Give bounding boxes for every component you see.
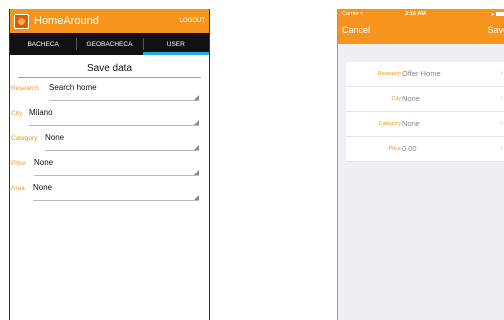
dropdown-triangle-icon[interactable] <box>194 120 199 125</box>
price-field[interactable]: Price None <box>10 154 209 178</box>
category-label: Category <box>11 135 38 142</box>
price-value: 0.00 <box>402 144 417 153</box>
chevron-right-icon: › <box>500 68 503 77</box>
category-label: Category <box>378 121 401 127</box>
carrier-label: Carrier <box>342 11 359 17</box>
field-underline <box>49 100 199 101</box>
field-underline <box>33 200 199 201</box>
city-value[interactable]: Milano <box>29 108 53 117</box>
ios-screen: Carrier ≈ 3:16 AM ➤ Cancel Save Research… <box>337 9 504 320</box>
area-value[interactable]: None <box>33 183 52 192</box>
research-value: Offer Home <box>402 69 441 78</box>
category-field[interactable]: Category None <box>10 129 209 153</box>
dropdown-triangle-icon[interactable] <box>194 195 199 200</box>
field-underline <box>34 175 199 176</box>
app-title: HomeAround <box>34 15 99 27</box>
app-logo-icon <box>14 13 29 29</box>
city-label: City <box>391 96 401 102</box>
area-field[interactable]: Area None <box>10 179 209 203</box>
category-value[interactable]: None <box>45 133 64 142</box>
tab-user[interactable]: USER <box>142 33 210 55</box>
battery-icon <box>496 12 504 16</box>
category-row[interactable]: Category None › <box>346 112 504 137</box>
dropdown-triangle-icon[interactable] <box>194 170 199 175</box>
logout-button[interactable]: LOGOUT <box>180 18 205 24</box>
chevron-right-icon: › <box>500 143 503 152</box>
area-label: Area <box>11 185 25 192</box>
chevron-right-icon: › <box>500 93 503 102</box>
tab-bacheca[interactable]: BACHECA <box>10 33 76 55</box>
price-row[interactable]: Price 0.00 › <box>346 137 504 162</box>
city-field[interactable]: City Milano <box>10 104 209 128</box>
research-label: Research <box>377 71 401 77</box>
research-field[interactable]: Research Search home <box>10 79 209 103</box>
status-carrier: Carrier ≈ <box>342 11 363 17</box>
tab-geobacheca[interactable]: GEOBACHECA <box>76 33 142 55</box>
wifi-icon: ≈ <box>360 11 364 17</box>
app-bar: HomeAround LOGOUT <box>10 9 209 33</box>
price-label: Price <box>11 160 26 167</box>
status-time: 3:16 AM <box>405 11 426 17</box>
chevron-right-icon: › <box>500 118 503 127</box>
city-value: None <box>402 94 420 103</box>
research-row[interactable]: Research Offer Home › <box>346 62 504 87</box>
cancel-button[interactable]: Cancel <box>342 25 370 35</box>
city-label: City <box>11 110 23 117</box>
field-underline <box>45 150 199 151</box>
research-value[interactable]: Search home <box>49 83 97 92</box>
city-row[interactable]: City None › <box>346 87 504 112</box>
field-underline <box>29 125 199 126</box>
price-value[interactable]: None <box>34 158 53 167</box>
save-button[interactable]: Save <box>487 25 504 35</box>
save-data-form: Save data Research Search home City Mila… <box>10 63 209 203</box>
category-value: None <box>402 119 420 128</box>
location-arrow-icon: ➤ <box>490 12 495 18</box>
form-title: Save data <box>18 63 201 78</box>
price-label: Price <box>388 146 401 152</box>
dropdown-triangle-icon[interactable] <box>194 145 199 150</box>
form-list: Research Offer Home › City None › Catego… <box>346 62 504 162</box>
dropdown-triangle-icon[interactable] <box>194 95 199 100</box>
tab-bar: BACHECA GEOBACHECA USER <box>10 33 210 55</box>
android-screen: HomeAround LOGOUT BACHECA GEOBACHECA USE… <box>9 9 210 320</box>
navigation-bar: Carrier ≈ 3:16 AM ➤ Cancel Save <box>338 9 504 44</box>
research-label: Research <box>11 85 39 92</box>
